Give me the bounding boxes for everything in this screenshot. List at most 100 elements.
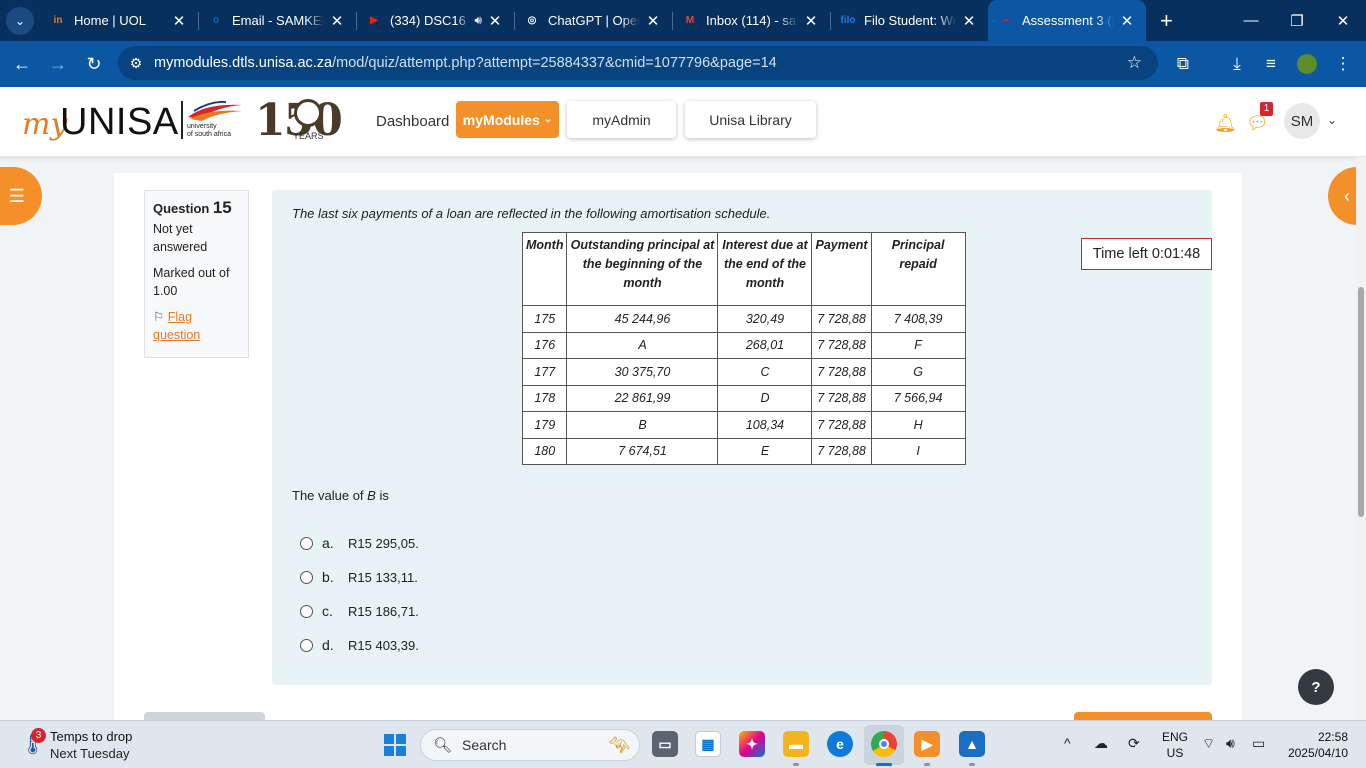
close-tab-icon[interactable]: ✕ (802, 12, 820, 30)
refresh-sync-icon[interactable]: ⟳ (1128, 735, 1140, 752)
answer-option[interactable]: d. R15 403,39. (300, 635, 419, 655)
volume-icon[interactable]: 🔊︎ (1226, 735, 1235, 752)
taskbar-search[interactable]: 🔍︎ Search 🦘︎ (420, 729, 640, 761)
radio-button[interactable] (300, 604, 313, 618)
flag-question[interactable]: ⚐ Flag question (153, 308, 240, 344)
table-header-row: Month Outstanding principal at the begin… (521, 232, 966, 306)
table-row: 179 B 108,34 7 728,88 H (521, 411, 966, 439)
option-text[interactable]: R15 186,71. (348, 604, 419, 619)
radio-button[interactable] (300, 536, 313, 550)
copilot-icon[interactable]: ✦ (739, 731, 765, 757)
reload-icon[interactable]: ↻ (76, 46, 112, 82)
address-bar[interactable]: ⚙ mymodules.dtls.unisa.ac.za/mod/quiz/at… (118, 46, 1158, 80)
tab-favicon-icon: ⌢ (1002, 15, 1010, 26)
back-icon[interactable]: ← (4, 46, 40, 82)
table-cell: B (566, 411, 719, 439)
profile-icon[interactable] (1290, 41, 1324, 87)
battery-icon[interactable]: ▭ (1252, 735, 1265, 752)
close-tab-icon[interactable]: ✕ (328, 12, 346, 30)
option-letter: a. (322, 535, 334, 551)
table-row: 178 22 861,99 D 7 728,88 7 566,94 (521, 384, 966, 412)
bell-icon[interactable]: 🔔︎ (1214, 113, 1237, 134)
download-icon[interactable]: ⤓ (1220, 41, 1254, 87)
page-scrollbar[interactable] (1356, 157, 1366, 720)
extensions-icon[interactable]: ⧉ (1166, 41, 1200, 87)
browser-tab[interactable]: M Inbox (114) - sam ✕ (672, 0, 830, 41)
close-window-icon[interactable]: ✕ (1320, 0, 1366, 41)
task-view-icon[interactable]: ▭ (652, 731, 678, 757)
browser-tab[interactable]: ▶ (334) DSC16 🔊︎ ✕ (356, 0, 514, 41)
chat-icon[interactable]: 💬︎ (1246, 113, 1269, 134)
tab-search-menu-icon[interactable]: ⌄ (6, 6, 34, 35)
scrollbar-thumb[interactable] (1358, 287, 1364, 517)
table-cell: 22 861,99 (566, 384, 719, 412)
tab-favicon-icon: ◎ (527, 15, 537, 26)
running-indicator (793, 763, 799, 766)
tab-audio-icon[interactable]: 🔊︎ (474, 13, 482, 28)
edge-icon[interactable]: e (827, 731, 853, 757)
wifi-icon[interactable]: ⌔ (1202, 735, 1215, 753)
show-hidden-icons-chevron-icon[interactable]: ^ (1064, 735, 1071, 751)
answer-option[interactable]: c. R15 186,71. (300, 601, 419, 621)
table-cell: 7 408,39 (870, 305, 966, 333)
browser-tab[interactable]: ◎ ChatGPT | OpenAI ✕ (514, 0, 672, 41)
browser-menu-icon[interactable]: ⋮ (1326, 41, 1360, 87)
avatar[interactable]: SM (1284, 103, 1320, 139)
photos-icon[interactable]: ▲ (959, 731, 985, 757)
browser-tab[interactable]: ⌢ Assessment 3 (p ✕ (988, 0, 1146, 41)
tab-favicon-icon: filo (840, 15, 856, 26)
answer-option[interactable]: b. R15 133,11. (300, 567, 418, 587)
table-cell: 7 728,88 (811, 411, 872, 439)
table-cell: 7 728,88 (811, 384, 872, 412)
restore-icon[interactable]: ❐ (1274, 0, 1320, 41)
logo-unisa[interactable]: UNISA (60, 101, 179, 144)
chrome-icon[interactable] (871, 731, 897, 757)
table-cell: F (870, 331, 966, 359)
new-tab-button[interactable]: + (1160, 8, 1173, 34)
site-info-icon[interactable]: ⚙ (118, 55, 154, 72)
bookmark-star-icon[interactable]: ☆ (1127, 53, 1142, 73)
close-tab-icon[interactable]: ✕ (960, 12, 978, 30)
nav-myadmin[interactable]: myAdmin (567, 101, 676, 138)
windows-start-icon[interactable] (384, 734, 406, 756)
user-menu-chevron-icon[interactable]: ⌄ (1327, 113, 1337, 127)
forward-icon[interactable]: → (40, 46, 76, 82)
help-button[interactable]: ? (1298, 669, 1334, 705)
close-tab-icon[interactable]: ✕ (1118, 12, 1136, 30)
table-cell: A (566, 331, 719, 359)
media-control-icon[interactable]: ≡ (1254, 41, 1288, 87)
table-cell: 45 244,96 (566, 305, 719, 333)
option-text[interactable]: R15 403,39. (348, 638, 419, 653)
course-index-toggle-icon[interactable]: ☰ (0, 167, 42, 225)
table-cell: E (717, 437, 813, 465)
file-explorer-icon[interactable]: ▬ (783, 731, 809, 757)
unisa-wing-logo-icon (188, 101, 242, 121)
close-tab-icon[interactable]: ✕ (644, 12, 662, 30)
close-tab-icon[interactable]: ✕ (170, 12, 188, 30)
language-indicator[interactable]: ENG US (1160, 729, 1190, 761)
minimize-icon[interactable]: — (1228, 0, 1274, 41)
media-player-icon[interactable]: ▶ (914, 731, 940, 757)
nav-unisa-library[interactable]: Unisa Library (685, 101, 816, 138)
running-indicator (924, 763, 930, 766)
browser-tab[interactable]: in Home | UOL ✕ (40, 0, 198, 41)
nav-mymodules[interactable]: myModules ⌄ (456, 101, 559, 138)
option-text[interactable]: R15 133,11. (348, 570, 418, 585)
table-cell: 7 728,88 (811, 331, 872, 359)
column-header: Principal repaid (870, 232, 966, 306)
notification-badge: 1 (1260, 102, 1273, 116)
microsoft-store-icon[interactable]: ▦ (695, 731, 721, 757)
option-text[interactable]: R15 295,05. (348, 536, 419, 551)
close-tab-icon[interactable]: ✕ (486, 12, 504, 30)
radio-button[interactable] (300, 638, 313, 652)
weather-line-2[interactable]: Next Tuesday (50, 746, 130, 761)
browser-tab[interactable]: filo Filo Student: Wo ✕ (830, 0, 988, 41)
radio-button[interactable] (300, 570, 313, 584)
clock[interactable]: 22:58 2025/04/10 (1276, 729, 1348, 761)
onedrive-icon[interactable]: ☁ (1094, 735, 1108, 752)
table-cell: G (870, 358, 966, 386)
nav-dashboard[interactable]: Dashboard (376, 113, 449, 130)
weather-line-1[interactable]: Temps to drop (50, 729, 132, 744)
browser-tab[interactable]: o Email - SAMKELO ✕ (198, 0, 356, 41)
answer-option[interactable]: a. R15 295,05. (300, 533, 419, 553)
